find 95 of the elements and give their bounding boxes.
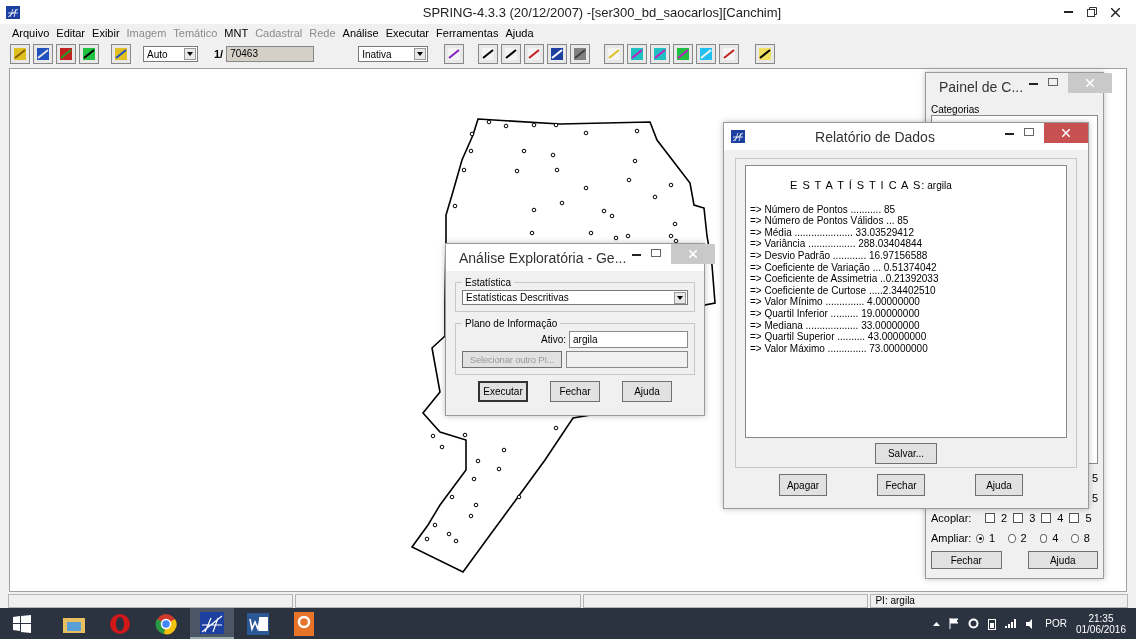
dialog-button[interactable]: Apagar: [779, 474, 827, 496]
app-icon: [6, 5, 20, 19]
signal-icon[interactable]: [1005, 619, 1018, 628]
radio-label: 1: [988, 532, 995, 544]
window-title: Painel de C...: [939, 78, 1024, 95]
statistic-combo[interactable]: Estatísticas Descritivas: [462, 290, 688, 305]
radio-button[interactable]: [1008, 533, 1016, 543]
stats-heading: E S T A T Í S T I C A S:: [790, 180, 926, 192]
dropdown-icon: [417, 52, 424, 56]
maximize-icon[interactable]: [651, 249, 662, 257]
grid-logo-icon: [200, 611, 224, 634]
stats-line: => Mediana ................... 33.00000000: [750, 319, 921, 332]
stats-line: => Valor Máximo .............. 73.00000000: [750, 342, 929, 355]
acoplar-label: Acoplar:: [931, 512, 973, 524]
radio-label: 4: [1052, 532, 1059, 544]
app-icon: [731, 130, 745, 143]
radio-label: 2: [1020, 532, 1027, 544]
battery-icon[interactable]: [988, 617, 997, 630]
stats-line: => Variância ................. 288.03404844: [750, 238, 924, 250]
menu-item[interactable]: Ajuda: [505, 27, 534, 39]
minimize-icon[interactable]: [632, 254, 642, 256]
stats-line: => Número de Pontos ........... 85: [750, 203, 897, 216]
ampliar-label: Ampliar:: [931, 532, 972, 544]
scale-field[interactable]: 70463: [226, 46, 315, 62]
stats-line: => Coeficiente de Variação ... 0.51374042: [750, 261, 938, 274]
maximize-icon[interactable]: [1048, 78, 1059, 86]
window-title: SPRING-4.3.3 (20/12/2007) -[ser300_bd_saocarlos][Canchim]: [421, 4, 783, 20]
save-button[interactable]: Salvar...: [875, 443, 937, 464]
menu-item[interactable]: Arquivo: [12, 27, 50, 39]
group-label: Estatística: [464, 277, 513, 288]
dialog-button[interactable]: Fechar: [877, 474, 925, 496]
stats-line: => Média ..................... 33.03529412: [750, 226, 915, 239]
stats-line: => Coeficiente de Assimetria ..0.21392033: [750, 273, 940, 285]
panel-button[interactable]: Fechar: [931, 551, 1002, 569]
stats-line: => Valor Mínimo .............. 4.00000000: [750, 296, 921, 308]
o-logo-icon: [109, 612, 131, 635]
dialog-button[interactable]: Fechar: [550, 381, 600, 402]
active-field[interactable]: argila: [569, 331, 688, 348]
dropdown-icon: [677, 295, 683, 300]
window-title: Relatório de Dados: [814, 128, 936, 145]
status-pi: PI: argila: [870, 594, 1128, 608]
document-icon: [247, 612, 269, 635]
windows-logo-icon: [13, 614, 31, 633]
close-icon: [1062, 129, 1070, 137]
checkbox-label: 3: [1029, 512, 1036, 524]
stats-line: => Quartil Superior .......... 43.00000000: [750, 331, 928, 343]
categories-label: Categorias: [931, 104, 981, 115]
radio-button[interactable]: [1039, 533, 1048, 543]
chevron-up-icon[interactable]: [933, 621, 941, 626]
flag-icon[interactable]: [949, 618, 960, 629]
browser-icon: [155, 612, 177, 635]
taskbar-app[interactable]: [190, 608, 234, 639]
close-icon[interactable]: [1111, 7, 1120, 17]
stats-line: => Coeficiente de Curtose .....2.34402510: [750, 284, 937, 297]
maximize-icon[interactable]: [1024, 128, 1034, 136]
checkbox[interactable]: [1013, 513, 1024, 523]
checkbox-label: 2: [1001, 512, 1008, 524]
dialog-button[interactable]: Executar: [478, 381, 528, 402]
stats-line: => Quartil Inferior .......... 19.00000000: [750, 307, 921, 320]
checkbox-label: 4: [1057, 512, 1064, 524]
menu-item[interactable]: Ferramentas: [436, 27, 499, 39]
scale-label: 1/: [214, 48, 224, 60]
mode-combo[interactable]: Auto: [143, 46, 198, 62]
close-icon: [689, 250, 698, 258]
checkbox[interactable]: [1069, 513, 1080, 523]
dropdown-icon: [187, 52, 193, 56]
checkbox[interactable]: [985, 513, 995, 523]
menu-item[interactable]: Executar: [385, 27, 430, 39]
stats-line: => Número de Pontos Válidos ... 85: [750, 215, 910, 227]
radio-button[interactable]: [1071, 533, 1079, 543]
restore-icon[interactable]: [1087, 7, 1097, 17]
minimize-icon[interactable]: [1029, 83, 1039, 85]
dialog-button[interactable]: Ajuda: [622, 381, 672, 402]
cursor-combo[interactable]: Inativa: [358, 46, 429, 62]
window-title: Análise Exploratória - Ge...: [459, 249, 627, 266]
option-label: 5: [1091, 472, 1098, 484]
dialog-button[interactable]: Ajuda: [975, 474, 1023, 496]
group-label: Plano de Informação: [464, 318, 559, 329]
panel-button[interactable]: Ajuda: [1027, 551, 1098, 569]
menu-item[interactable]: MNT: [224, 27, 249, 39]
plan-field[interactable]: [566, 351, 688, 368]
active-label: Ativo:: [541, 334, 566, 345]
stats-line: => Desvio Padrão ............ 16.97156588: [750, 249, 929, 262]
checkbox[interactable]: [1041, 513, 1052, 523]
radio-label: 8: [1083, 532, 1090, 544]
checkbox-label: 5: [1085, 512, 1092, 524]
language-indicator[interactable]: POR: [1045, 618, 1067, 629]
option-label: 5: [1091, 492, 1098, 504]
stats-variable: argila: [927, 180, 952, 192]
close-icon: [1086, 79, 1095, 87]
radio-button[interactable]: [976, 533, 984, 543]
menu-item[interactable]: Editar: [56, 27, 86, 39]
menu-item[interactable]: Análise: [342, 27, 379, 39]
clock[interactable]: 21:35 01/06/2016: [1075, 612, 1126, 635]
menu-item[interactable]: Exibir: [92, 27, 120, 39]
